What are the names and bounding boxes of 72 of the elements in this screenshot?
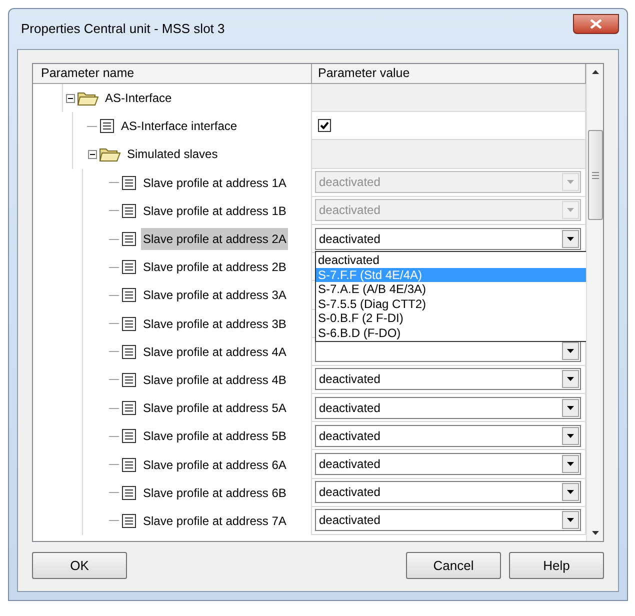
document-icon	[121, 372, 137, 388]
scroll-down-icon[interactable]	[592, 531, 598, 535]
window-title: Properties Central unit - MSS slot 3	[21, 20, 225, 38]
document-icon	[121, 316, 137, 332]
dropdown-field[interactable]	[315, 340, 581, 362]
document-icon	[121, 456, 137, 473]
tree-item-label[interactable]: Slave profile at address 3B	[141, 312, 288, 335]
document-icon	[121, 428, 137, 444]
caret-icon	[567, 434, 574, 438]
dropdown-field[interactable]: deactivated	[315, 424, 581, 447]
caret-icon	[567, 377, 574, 382]
dropdown-option[interactable]: S-7.A.E (A/B 4E/3A)	[316, 282, 586, 297]
column-header[interactable]: Parameter value	[312, 64, 586, 84]
document-icon	[121, 231, 137, 248]
checkmark-icon	[320, 121, 329, 130]
folder-icon	[99, 146, 121, 162]
column-header[interactable]: Parameter name	[33, 64, 312, 84]
caret-icon	[567, 236, 574, 241]
grip-icon	[592, 172, 598, 178]
tree-item-label[interactable]: Slave profile at address 4B	[141, 368, 288, 391]
collapse-icon[interactable]	[88, 150, 97, 159]
document-icon	[121, 344, 137, 360]
dropdown-field[interactable]: deactivated	[315, 396, 581, 419]
tree-item-label[interactable]: Slave profile at address 1B	[141, 200, 288, 222]
tree-item-label[interactable]: Slave profile at address 2B	[141, 256, 288, 278]
dropdown-field[interactable]: deactivated	[315, 453, 581, 476]
tree-item-label[interactable]: Slave profile at address 3A	[141, 284, 288, 306]
document-icon	[121, 512, 137, 529]
tree-item-label[interactable]: Simulated slaves	[125, 143, 220, 166]
dropdown-option[interactable]: deactivated	[316, 253, 586, 268]
checkbox[interactable]	[318, 119, 331, 132]
tree-item-label[interactable]: Slave profile at address 6B	[141, 482, 288, 504]
scroll-up-icon[interactable]	[592, 70, 598, 74]
tree-item-label[interactable]: Slave profile at address 5A	[141, 397, 288, 420]
ok-button[interactable]: OK	[32, 552, 127, 579]
caret-icon	[567, 462, 574, 466]
dialog-button[interactable]: Cancel	[406, 552, 501, 579]
caret-icon	[567, 208, 574, 212]
dropdown-option[interactable]: S-6.B.D (F-DO)	[316, 326, 586, 340]
tree-item-label[interactable]: Slave profile at address 5B	[141, 425, 288, 448]
folder-icon	[77, 90, 99, 106]
dropdown-field[interactable]: deactivated	[315, 509, 581, 532]
document-icon	[99, 118, 115, 134]
document-icon	[121, 259, 137, 276]
document-icon	[121, 202, 137, 219]
dropdown-field[interactable]: deactivated	[315, 228, 581, 250]
tree-item-label[interactable]: Slave profile at address 6A	[141, 454, 288, 476]
tree-item-label[interactable]: AS-Interface interface	[119, 115, 240, 138]
document-icon	[121, 400, 137, 416]
tree-item-label[interactable]: Slave profile at address 1A	[141, 172, 288, 194]
tree-item-label[interactable]: Slave profile at address 4A	[141, 340, 288, 363]
tree-item-label[interactable]: Slave profile at address 7A	[141, 510, 288, 532]
caret-icon	[567, 349, 574, 354]
close-icon	[590, 19, 602, 29]
dropdown-field[interactable]: deactivated	[315, 368, 581, 390]
caret-icon	[567, 180, 574, 184]
dialog-button[interactable]: Help	[509, 552, 604, 579]
dropdown-field[interactable]: deactivated	[315, 481, 581, 504]
scrollbar-thumb[interactable]	[588, 130, 602, 220]
collapse-icon[interactable]	[66, 94, 75, 103]
document-icon	[121, 484, 137, 501]
tree-item-label[interactable]: Slave profile at address 2A	[141, 228, 288, 250]
document-icon	[121, 174, 137, 191]
vertical-scrollbar[interactable]	[586, 64, 603, 541]
caret-icon	[567, 406, 574, 410]
caret-icon	[567, 518, 574, 522]
tree-item-label[interactable]: AS-Interface	[103, 87, 174, 110]
dropdown-option[interactable]: S-7.5.5 (Diag CTT2)	[316, 296, 586, 312]
document-icon	[121, 287, 137, 304]
dropdown-option[interactable]: S-0.B.F (2 F-DI)	[316, 311, 586, 326]
close-button[interactable]	[573, 14, 619, 34]
caret-icon	[567, 490, 574, 494]
